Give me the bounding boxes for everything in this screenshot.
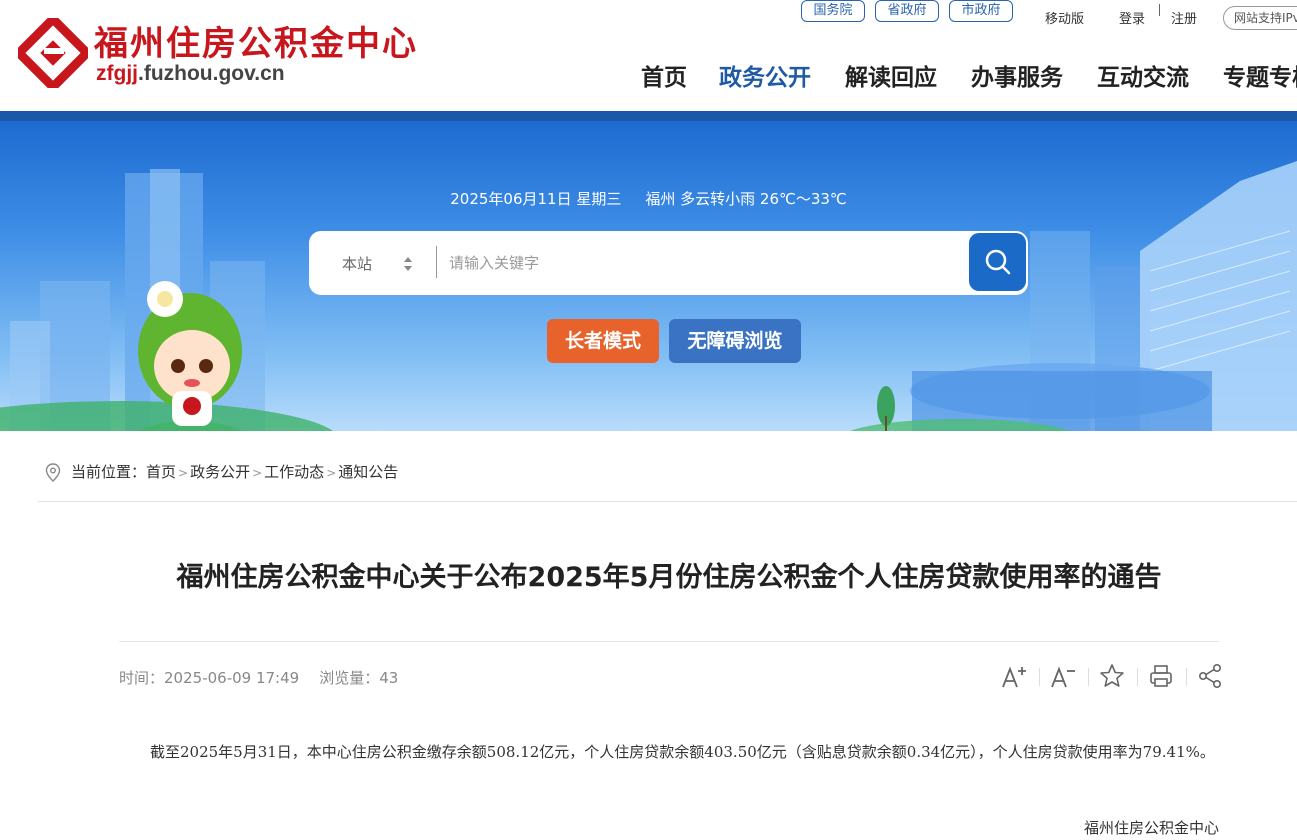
breadcrumb: 当前位置：首页 > 政务公开 > 工作动态 > 通知公告: [71, 461, 398, 482]
login-register-divider: [1159, 4, 1160, 16]
favorite-star-icon[interactable]: [1097, 661, 1127, 691]
elder-mode-button[interactable]: 长者模式: [547, 319, 659, 363]
breadcrumb-work-news[interactable]: 工作动态: [264, 463, 324, 481]
breadcrumb-separator: >: [326, 466, 337, 480]
mobile-version-link[interactable]: 移动版: [1045, 8, 1084, 27]
site-header: 福州住房公积金中心 zfgjj.fuzhou.gov.cn 国务院 省政府 市政…: [0, 0, 1297, 111]
sort-arrows-icon[interactable]: [403, 255, 413, 273]
article-title: 福州住房公积金中心关于公布2025年5月份住房公积金个人住房贷款使用率的通告: [176, 562, 1162, 593]
breadcrumb-separator: >: [252, 466, 263, 480]
tool-separator: [1137, 668, 1138, 686]
breadcrumb-divider: [38, 501, 1297, 502]
article-body: 截至2025年5月31日，本中心住房公积金缴存余额508.12亿元，个人住房贷款…: [150, 743, 1215, 761]
font-decrease-icon[interactable]: [1048, 661, 1078, 691]
search-button[interactable]: [969, 233, 1026, 291]
share-icon[interactable]: [1195, 661, 1225, 691]
search-scope-select[interactable]: 本站: [342, 253, 372, 274]
header-stripe: [0, 111, 1297, 121]
nav-interaction[interactable]: 互动交流: [1097, 58, 1189, 92]
current-date: 2025年06月11日 星期三: [450, 190, 622, 208]
weather-info: 福州 多云转小雨 26℃～33℃: [645, 190, 847, 208]
font-increase-icon[interactable]: [999, 661, 1029, 691]
nav-services[interactable]: 办事服务: [971, 58, 1063, 92]
logo-domain-suffix: .fuzhou.gov.cn: [138, 62, 285, 85]
search-input[interactable]: [449, 245, 949, 281]
search-divider: [436, 246, 437, 278]
article-signature: 福州住房公积金中心: [1083, 819, 1219, 837]
hero-banner: 2025年06月11日 星期三福州 多云转小雨 26℃～33℃ 本站 长者模式 …: [0, 121, 1297, 431]
breadcrumb-separator: >: [178, 466, 189, 480]
print-icon[interactable]: [1146, 661, 1176, 691]
article-panel: 当前位置：首页 > 政务公开 > 工作动态 > 通知公告 福州住房公积金中心关于公布2025…: [19, 431, 1297, 840]
breadcrumb-label: 当前位置：: [71, 463, 147, 481]
nav-interpretation[interactable]: 解读回应: [845, 58, 937, 92]
tool-separator: [1186, 668, 1187, 686]
logo-domain: zfgjj.fuzhou.gov.cn: [96, 62, 285, 86]
article-meta: 时间：2025-06-09 17:49 浏览量：43: [119, 667, 398, 688]
time-label: 时间：: [119, 669, 165, 687]
nav-government-affairs[interactable]: 政务公开: [719, 58, 811, 92]
views-label: 浏览量：: [319, 669, 380, 687]
logo-title[interactable]: 福州住房公积金中心: [94, 16, 418, 65]
register-link[interactable]: 注册: [1171, 8, 1197, 27]
search-icon: [985, 249, 1011, 275]
logo-domain-prefix: zfgjj: [96, 62, 138, 85]
breadcrumb-government-affairs[interactable]: 政务公开: [190, 463, 250, 481]
tool-separator: [1088, 668, 1089, 686]
ipv6-badge: 网站支持IPv6: [1223, 6, 1297, 30]
gov-link-city[interactable]: 市政府: [949, 0, 1013, 22]
location-pin-icon: [45, 463, 61, 482]
date-weather: 2025年06月11日 星期三 福州 多云转小雨 26℃～33℃: [0, 188, 1297, 209]
gov-link-province[interactable]: 省政府: [875, 0, 939, 22]
view-count: 43: [379, 669, 399, 687]
breadcrumb-home[interactable]: 首页: [146, 463, 176, 481]
gov-link-state-council[interactable]: 国务院: [801, 0, 865, 22]
nav-special-topics[interactable]: 专题专栏: [1223, 58, 1297, 92]
nav-home[interactable]: 首页: [641, 58, 687, 92]
breadcrumb-notices[interactable]: 通知公告: [338, 463, 398, 481]
logo-icon[interactable]: [18, 18, 88, 88]
tool-separator: [1039, 668, 1040, 686]
title-divider: [119, 641, 1219, 642]
login-link[interactable]: 登录: [1119, 8, 1145, 27]
publish-time: 2025-06-09 17:49: [164, 669, 300, 687]
search-bar: 本站: [309, 231, 1028, 295]
accessible-browse-button[interactable]: 无障碍浏览: [669, 319, 801, 363]
